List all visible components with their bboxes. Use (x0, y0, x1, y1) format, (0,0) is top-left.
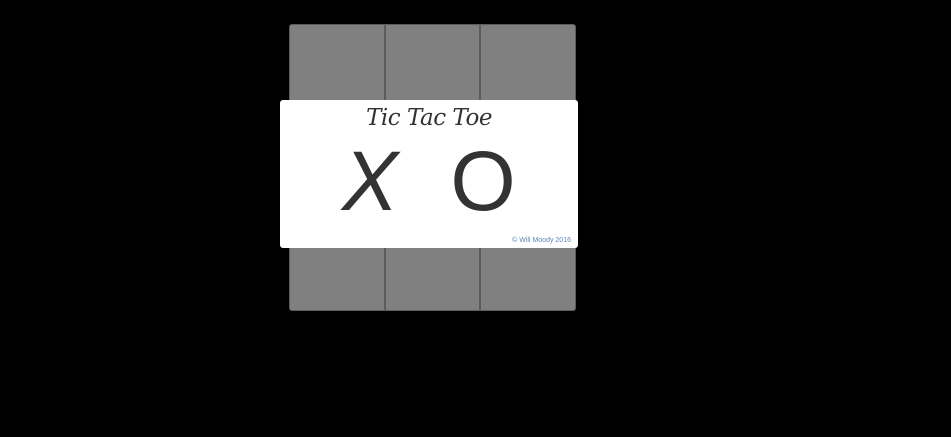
credit-text: © Will Moody 2016 (512, 237, 571, 244)
choose-x-button[interactable]: X (330, 136, 410, 226)
game-title: Tic Tac Toe (366, 105, 492, 131)
player-select-modal: Tic Tac Toe X O © Will Moody 2016 (280, 100, 578, 248)
choose-o-button[interactable]: O (443, 136, 523, 226)
